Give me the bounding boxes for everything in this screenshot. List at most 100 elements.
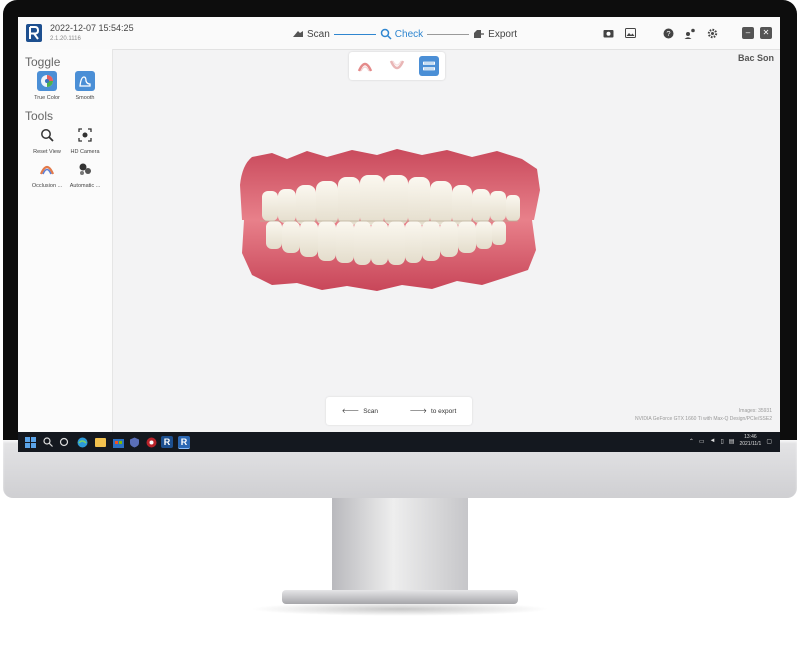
- step-scan[interactable]: Scan: [292, 29, 330, 40]
- close-button[interactable]: ✕: [760, 27, 772, 39]
- upper-jaw-icon: [357, 62, 373, 72]
- true-color-label: True Color: [34, 95, 60, 101]
- both-jaws-icon: [423, 61, 435, 71]
- smooth-icon: [75, 71, 95, 91]
- occlusion-icon: [37, 159, 57, 179]
- svg-text:?: ?: [666, 29, 670, 38]
- left-panel: Toggle True Color Smooth Tools Reset Vie…: [18, 49, 113, 432]
- folder-icon: [94, 438, 106, 447]
- task-view-icon: [59, 437, 69, 447]
- network-icon[interactable]: ▭: [699, 438, 705, 445]
- reset-view-button[interactable]: Reset View: [28, 125, 66, 155]
- taskbar-store[interactable]: [112, 436, 124, 448]
- dental-3d-model[interactable]: [232, 145, 544, 295]
- close-icon: ✕: [762, 28, 770, 37]
- tools-heading: Tools: [25, 109, 54, 123]
- step-export-label: Export: [488, 28, 518, 40]
- true-color-toggle[interactable]: True Color: [28, 71, 66, 101]
- session-datetime: 2022-12-07 15:54:25: [50, 23, 134, 33]
- taskbar-app-shield[interactable]: [128, 436, 140, 448]
- taskbar-scanner-app-active[interactable]: R: [178, 436, 190, 449]
- taskbar-record-app[interactable]: [145, 436, 157, 448]
- hd-camera-icon: [75, 125, 95, 145]
- gear-icon: [707, 28, 717, 38]
- both-jaws-button[interactable]: [419, 56, 439, 76]
- taskbar-search-button[interactable]: [42, 436, 54, 448]
- app-version: 2.1.20.1116: [50, 36, 81, 42]
- lower-jaw-icon: [389, 60, 405, 70]
- step-check[interactable]: Check: [380, 28, 423, 40]
- taskbar-edge[interactable]: [76, 436, 88, 448]
- minimize-icon: –: [745, 28, 751, 37]
- title-bar: 2022-12-07 15:54:25 2.1.20.1116 Scan Che…: [18, 17, 780, 50]
- arrow-left-icon: 🡐: [341, 408, 360, 415]
- notification-icon[interactable]: ▢: [766, 438, 772, 445]
- windows-logo-icon: [24, 436, 36, 448]
- step-connector: [427, 33, 470, 35]
- bottom-navigation: 🡐 Scan 🡒 to export: [326, 397, 472, 425]
- scanner-icon: [293, 31, 303, 37]
- step-scan-label: Scan: [307, 28, 330, 40]
- image-icon: [624, 28, 636, 38]
- export-icon: [474, 30, 485, 38]
- image-button[interactable]: [622, 25, 638, 41]
- screenshot-button[interactable]: [600, 25, 616, 41]
- true-color-icon: [37, 71, 57, 91]
- step-export[interactable]: Export: [473, 29, 517, 40]
- gpu-info: NVIDIA GeForce GTX 1660 Ti with Max-Q De…: [635, 416, 772, 422]
- occlusion-label: Occlusion ...: [31, 183, 63, 189]
- reset-view-label: Reset View: [33, 149, 61, 155]
- workflow-steps: Scan Check Export: [292, 26, 517, 42]
- scanner-app-icon: R: [163, 437, 171, 447]
- minimize-button[interactable]: –: [742, 27, 754, 39]
- jaw-view-switch: [349, 52, 445, 80]
- arrow-right-icon: 🡒: [409, 408, 427, 415]
- hd-camera-button[interactable]: HD Camera: [66, 125, 104, 155]
- store-icon: [112, 438, 124, 448]
- settings-button[interactable]: [704, 25, 720, 41]
- chevron-up-icon[interactable]: ⌃: [689, 438, 694, 445]
- battery-icon[interactable]: ▯: [720, 438, 723, 445]
- hd-camera-label: HD Camera: [70, 149, 100, 155]
- record-icon: [146, 437, 156, 447]
- app-logo-icon: [26, 24, 42, 42]
- taskbar-clock[interactable]: 13:46 2021/11/1: [739, 434, 761, 448]
- user-switch-icon: [684, 28, 695, 39]
- upper-jaw-button[interactable]: [355, 56, 375, 76]
- back-to-scan-label: Scan: [363, 407, 379, 415]
- taskbar-scanner-app[interactable]: R: [161, 436, 173, 448]
- reset-view-icon: [37, 125, 57, 145]
- toggle-heading: Toggle: [25, 55, 61, 69]
- patient-name: Bac Son: [737, 53, 774, 63]
- task-view-button[interactable]: [58, 436, 70, 448]
- back-to-scan-button[interactable]: 🡐 Scan: [341, 407, 379, 416]
- scanner-app-icon: R: [180, 437, 188, 447]
- user-switch-button[interactable]: [682, 25, 698, 41]
- screen: 2022-12-07 15:54:25 2.1.20.1116 Scan Che…: [18, 17, 780, 452]
- taskbar-explorer[interactable]: [94, 436, 106, 448]
- os-taskbar: R R ⌃ ▭ ◄ ▯ ▤ 13:46 2021/11/1 ▢: [18, 432, 780, 452]
- smooth-label: Smooth: [75, 95, 95, 101]
- automatic-button[interactable]: Automatic ...: [66, 159, 104, 189]
- step-connector: [333, 33, 376, 35]
- help-button[interactable]: ?: [660, 25, 676, 41]
- automatic-label: Automatic ...: [69, 183, 101, 189]
- render-info: Images: 35931 NVIDIA GeForce GTX 1660 Ti…: [635, 407, 772, 423]
- to-export-button[interactable]: 🡒 to export: [409, 407, 457, 416]
- help-icon: ?: [663, 28, 673, 38]
- to-export-label: to export: [430, 407, 457, 415]
- lower-jaw-button[interactable]: [387, 56, 407, 76]
- toolbar-right: ? – ✕: [600, 25, 772, 41]
- start-button[interactable]: [24, 436, 36, 448]
- automatic-icon: [75, 159, 95, 179]
- screenshot-icon: [603, 30, 613, 38]
- occlusion-button[interactable]: Occlusion ...: [28, 159, 66, 189]
- check-magnifier-icon: [380, 28, 392, 40]
- system-tray: ⌃ ▭ ◄ ▯ ▤ 13:46 2021/11/1 ▢: [689, 434, 772, 448]
- shield-app-icon: [129, 437, 139, 447]
- smooth-toggle[interactable]: Smooth: [66, 71, 104, 101]
- language-icon[interactable]: ▤: [729, 438, 735, 445]
- edge-browser-icon: [77, 437, 87, 447]
- clock-time: 13:46: [744, 434, 757, 440]
- volume-icon[interactable]: ◄: [710, 438, 716, 444]
